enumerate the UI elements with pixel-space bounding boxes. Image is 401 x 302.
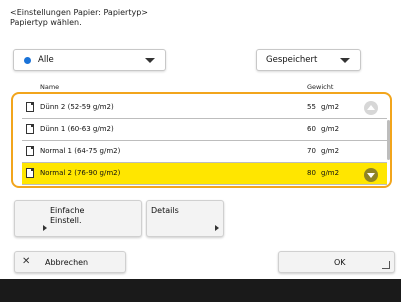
- scroll-down-icon[interactable]: [364, 168, 378, 182]
- simple-settings-label: Einfache Einstell.: [50, 206, 85, 225]
- cancel-label: Abbrechen: [45, 258, 89, 267]
- page-header: <Einstellungen Papier: Papiertyp> Papier…: [10, 8, 148, 28]
- details-button[interactable]: Details: [146, 200, 224, 237]
- list-item[interactable]: Dünn 1 (60-63 g/m2) 60 g/m2: [22, 119, 387, 141]
- filter-dot-icon: [24, 57, 31, 64]
- paper-weight-unit: g/m2: [321, 103, 340, 111]
- scrollbar[interactable]: [387, 120, 390, 160]
- sort-selected-value: Gespeichert: [266, 55, 318, 65]
- paper-weight-unit: g/m2: [321, 147, 340, 155]
- paper-icon: [26, 102, 34, 112]
- ok-button[interactable]: OK: [278, 251, 395, 273]
- paper-type-list: Dünn 2 (52-59 g/m2) 55 g/m2 Dünn 1 (60-6…: [22, 97, 387, 185]
- close-icon: ✕: [22, 256, 31, 267]
- column-header-name: Name: [40, 83, 60, 91]
- paper-weight-unit: g/m2: [321, 125, 340, 133]
- column-header-weight: Gewicht: [307, 83, 334, 91]
- chevron-down-icon: [340, 58, 350, 63]
- header-instruction: Papiertyp wählen.: [10, 18, 82, 27]
- chevron-down-icon: [145, 58, 155, 63]
- paper-name: Dünn 2 (52-59 g/m2): [40, 103, 114, 111]
- ok-label: OK: [334, 258, 346, 267]
- paper-weight: 80: [307, 169, 316, 177]
- paper-name: Normal 1 (64-75 g/m2): [40, 147, 121, 155]
- arrow-right-icon: [215, 225, 219, 231]
- cancel-button[interactable]: ✕ Abbrechen: [14, 251, 126, 273]
- list-item[interactable]: Normal 1 (64-75 g/m2) 70 g/m2: [22, 141, 387, 163]
- paper-icon: [26, 146, 34, 156]
- filter-selected-value: Alle: [38, 55, 54, 65]
- simple-settings-button[interactable]: Einfache Einstell.: [14, 200, 142, 237]
- list-item[interactable]: Dünn 2 (52-59 g/m2) 55 g/m2: [22, 97, 387, 119]
- paper-weight: 70: [307, 147, 316, 155]
- paper-weight-unit: g/m2: [321, 169, 340, 177]
- filter-dropdown[interactable]: Alle: [13, 49, 166, 71]
- paper-name: Dünn 1 (60-63 g/m2): [40, 125, 114, 133]
- paper-weight: 60: [307, 125, 316, 133]
- details-label: Details: [151, 206, 179, 215]
- sort-dropdown[interactable]: Gespeichert: [256, 49, 361, 71]
- paper-icon: [26, 168, 34, 178]
- paper-weight: 55: [307, 103, 316, 111]
- corner-icon: [382, 261, 390, 269]
- arrow-right-icon: [43, 225, 47, 231]
- bottom-bar: [0, 279, 401, 302]
- scroll-up-icon[interactable]: [364, 101, 378, 115]
- paper-icon: [26, 124, 34, 134]
- list-item-selected[interactable]: Normal 2 (76-90 g/m2) 80 g/m2: [22, 163, 387, 185]
- header-title: <Einstellungen Papier: Papiertyp>: [10, 8, 148, 17]
- paper-name: Normal 2 (76-90 g/m2): [40, 169, 121, 177]
